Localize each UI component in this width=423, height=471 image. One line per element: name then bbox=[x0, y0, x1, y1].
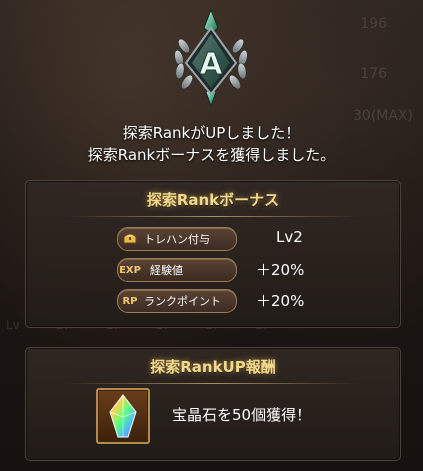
bonus-label: ランクポイント bbox=[144, 295, 221, 308]
reward-panel-title: 探索RankUP報酬 bbox=[150, 358, 276, 376]
title-divider bbox=[66, 383, 360, 384]
bonus-label: トレハン付与 bbox=[144, 233, 210, 246]
bonus-row-exp: EXP 経験値 ＋20% bbox=[26, 258, 400, 282]
message-line-2: 探索Rankボーナスを獲得しました。 bbox=[87, 146, 336, 164]
bonus-row-treasure: トレハン付与 Lv2 bbox=[26, 227, 400, 251]
bonus-badge: EXP 経験値 bbox=[117, 258, 237, 282]
bonus-badge: トレハン付与 bbox=[117, 227, 237, 251]
rp-icon: RP bbox=[122, 295, 138, 307]
reward-item: 宝晶石を50個獲得！ bbox=[96, 388, 396, 448]
bonus-value: Lv2 bbox=[276, 228, 303, 246]
bonus-label: 経験値 bbox=[150, 264, 183, 277]
title-divider bbox=[66, 216, 360, 217]
treasure-chest-icon bbox=[118, 232, 142, 247]
bg-level: Lv bbox=[6, 318, 20, 332]
bg-stat-value-2: 176 bbox=[360, 66, 387, 82]
bonus-value: ＋20% bbox=[256, 292, 305, 310]
crystal-gem-icon bbox=[96, 388, 150, 444]
bonus-badge: RP ランクポイント bbox=[117, 289, 237, 313]
bonus-panel-title: 探索Rankボーナス bbox=[146, 191, 280, 209]
rank-emblem-icon: A bbox=[174, 8, 248, 108]
exp-icon: EXP bbox=[119, 264, 141, 276]
rank-up-message: 探索RankがUPしました！ 探索Rankボーナスを獲得しました。 bbox=[0, 122, 423, 166]
rank-reward-panel: 探索RankUP報酬 宝晶石を50個獲得！ bbox=[25, 347, 401, 461]
bonus-value: ＋20% bbox=[256, 261, 305, 279]
rank-letter: A bbox=[199, 47, 223, 82]
bonus-row-rp: RP ランクポイント ＋20% bbox=[26, 289, 400, 313]
message-line-1: 探索RankがUPしました！ bbox=[122, 124, 301, 142]
rank-bonus-panel: 探索Rankボーナス トレハン付与 Lv2 EXP 経験値 ＋20% RP ラン… bbox=[25, 180, 401, 328]
reward-text: 宝晶石を50個獲得！ bbox=[172, 406, 312, 424]
bg-stat-value-1: 196 bbox=[360, 16, 387, 32]
